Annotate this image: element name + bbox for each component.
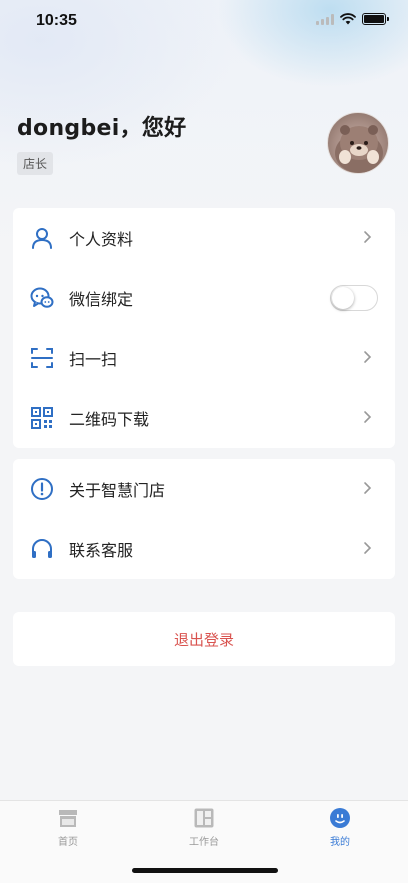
tab-home[interactable]: 首页 xyxy=(28,807,108,848)
chevron-right-icon xyxy=(364,482,372,494)
menu-item-about[interactable]: 关于智慧门店 xyxy=(13,459,395,519)
cellular-signal-icon xyxy=(316,13,334,25)
menu-item-customer-service[interactable]: 联系客服 xyxy=(13,519,395,579)
home-indicator xyxy=(132,868,278,873)
menu-item-profile[interactable]: 个人资料 xyxy=(13,208,395,268)
qr-code-icon xyxy=(31,407,53,429)
profile-header: dongbei，您好 店长 xyxy=(17,110,186,175)
headset-icon xyxy=(32,539,52,558)
store-icon xyxy=(59,810,77,827)
menu-item-label: 联系客服 xyxy=(69,541,134,560)
chevron-right-icon xyxy=(364,542,372,554)
scan-icon xyxy=(31,348,53,368)
dashboard-icon xyxy=(194,808,214,828)
wechat-icon xyxy=(30,287,54,308)
status-time: 10:35 xyxy=(36,12,77,29)
battery-level xyxy=(364,15,384,23)
menu-item-label: 扫一扫 xyxy=(69,350,118,369)
menu-item-label: 个人资料 xyxy=(69,230,134,249)
info-icon xyxy=(31,478,53,500)
menu-item-label: 二维码下载 xyxy=(69,410,150,429)
menu-item-label: 关于智慧门店 xyxy=(69,481,166,500)
greeting-text: dongbei，您好 xyxy=(17,116,187,141)
wechat-binding-toggle[interactable] xyxy=(330,285,378,311)
menu-item-scan[interactable]: 扫一扫 xyxy=(13,328,395,388)
logout-button[interactable]: 退出登录 xyxy=(13,612,395,666)
wifi-icon xyxy=(340,13,356,25)
smiley-icon xyxy=(330,808,350,828)
tab-mine[interactable]: 我的 xyxy=(300,807,380,848)
avatar-image xyxy=(335,125,383,173)
chevron-right-icon xyxy=(364,351,372,363)
tab-label: 首页 xyxy=(58,837,78,848)
menu-group-account: 个人资料 微信绑定 扫一扫 二维码下载 xyxy=(13,208,395,448)
tab-label: 我的 xyxy=(330,837,350,848)
menu-item-wechat-binding[interactable]: 微信绑定 xyxy=(13,268,395,328)
battery-icon xyxy=(362,13,389,25)
chevron-right-icon xyxy=(364,411,372,423)
status-bar: 10:35 xyxy=(0,0,408,44)
avatar[interactable] xyxy=(327,112,389,174)
tab-workbench[interactable]: 工作台 xyxy=(164,807,244,848)
toggle-knob xyxy=(332,287,354,309)
menu-item-qr-download[interactable]: 二维码下载 xyxy=(13,388,395,448)
chevron-right-icon xyxy=(364,231,372,243)
status-icons xyxy=(316,13,389,25)
role-badge: 店长 xyxy=(17,152,54,175)
tab-label: 工作台 xyxy=(189,837,219,848)
user-icon xyxy=(32,228,52,249)
menu-group-support: 关于智慧门店 联系客服 xyxy=(13,459,395,579)
menu-item-label: 微信绑定 xyxy=(69,290,134,309)
